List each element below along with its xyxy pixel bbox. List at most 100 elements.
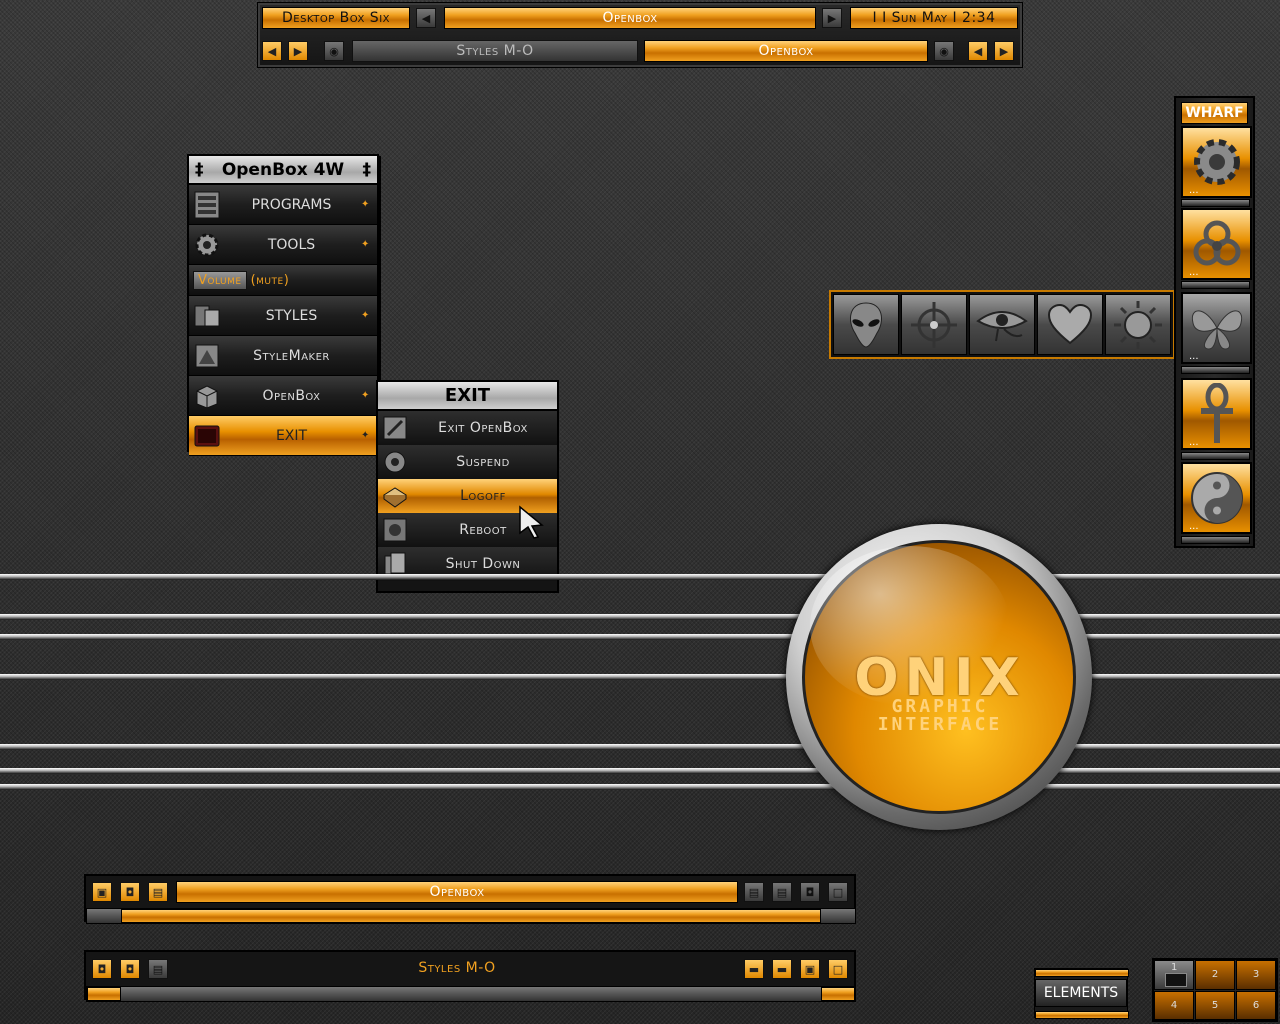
submenu-arrow-icon: ✦ xyxy=(361,430,370,441)
iconify-button[interactable]: ◉ xyxy=(934,41,954,61)
document-icon: ▤ xyxy=(152,885,164,899)
submenu-arrow-icon: ✦ xyxy=(361,310,370,321)
suspend-item[interactable]: Suspend xyxy=(378,445,557,479)
menu-grip-right-icon: ‡ xyxy=(362,159,371,180)
next-button[interactable]: ▶ xyxy=(288,41,308,61)
menu-item-label: PROGRAMS xyxy=(251,196,332,213)
pager-desktop-6[interactable]: 6 xyxy=(1236,990,1276,1020)
exit-submenu: EXIT Exit OpenBox Suspend Logoff Reboot … xyxy=(376,380,559,593)
shade-button[interactable]: ▬ xyxy=(744,959,764,979)
maximize-button[interactable]: ◘ xyxy=(800,882,820,902)
yin-yang-icon xyxy=(1190,472,1243,524)
ankh-icon xyxy=(1200,383,1233,443)
sticky-icon: ◘ xyxy=(125,962,135,976)
prev-button[interactable]: ◀ xyxy=(262,41,282,61)
window-title[interactable]: Styles M-O xyxy=(176,960,738,976)
handle-grip-left[interactable] xyxy=(87,987,121,1001)
menu-icon: ▣ xyxy=(96,885,108,899)
window-menu-button[interactable]: ◘ xyxy=(92,959,112,979)
window-sticky-button[interactable]: ◘ xyxy=(120,959,140,979)
iconify-icon: ▤ xyxy=(776,885,788,899)
styles-label[interactable]: Styles M-O xyxy=(352,40,638,62)
maximize-button[interactable]: ▣ xyxy=(800,959,820,979)
pager-desktop-5[interactable]: 5 xyxy=(1195,990,1235,1020)
handle-grip-right[interactable] xyxy=(821,987,855,1001)
close-button[interactable]: □ xyxy=(828,882,848,902)
window-title[interactable]: Openbox xyxy=(176,881,738,903)
exit-item-label: Exit OpenBox xyxy=(438,420,528,436)
exit-item-label: Shut Down xyxy=(445,556,521,572)
box-icon xyxy=(192,381,222,411)
submenu-arrow-icon: ✦ xyxy=(361,239,370,250)
butterfly-icon xyxy=(1191,310,1242,350)
crosshair-icon[interactable] xyxy=(901,294,967,355)
menu-item-programs[interactable]: PROGRAMS ✦ xyxy=(189,185,377,225)
wharf-butterfly-slot[interactable]: ... xyxy=(1181,292,1252,364)
biohazard-icon xyxy=(1193,220,1240,266)
elements-widget: ELEMENTS xyxy=(1034,968,1129,1019)
menu-item-label: OpenBox xyxy=(262,387,321,404)
next-window-button-2[interactable]: ▶ xyxy=(994,41,1014,61)
window-menu-button[interactable]: ▣ xyxy=(92,882,112,902)
wharf-yin-yang-slot[interactable]: ... xyxy=(1181,462,1252,534)
menu-item-tools[interactable]: TOOLS ✦ xyxy=(189,225,377,265)
window-sticky-button[interactable]: ◘ xyxy=(120,882,140,902)
eye-of-horus-icon[interactable] xyxy=(969,294,1035,355)
wharf-title: WHARF xyxy=(1181,102,1248,124)
iconify-icon: ▬ xyxy=(776,962,788,976)
prev-workspace-button[interactable]: ◀ xyxy=(416,8,436,28)
shade-button[interactable]: ▤ xyxy=(744,882,764,902)
menu-item-volume[interactable]: Volume (mute) xyxy=(189,265,377,296)
openbox-label[interactable]: Openbox xyxy=(644,40,928,62)
logoff-icon xyxy=(381,482,409,510)
next-window-button[interactable]: ▶ xyxy=(822,8,842,28)
document-icon: ▤ xyxy=(152,962,164,976)
pager-window-thumb xyxy=(1165,973,1187,987)
wharf-biohazard-slot[interactable]: ... xyxy=(1181,208,1252,280)
wharf-ankh-slot[interactable]: ... xyxy=(1181,378,1252,450)
onix-logo-line2: INTERFACE xyxy=(877,714,1003,735)
elements-button[interactable]: ELEMENTS xyxy=(1035,979,1127,1007)
menu-item-styles[interactable]: STYLES ✦ xyxy=(189,296,377,336)
workspace-name[interactable]: Desktop Box Six xyxy=(262,7,410,29)
heart-icon[interactable] xyxy=(1037,294,1103,355)
window-icon-button[interactable]: ▤ xyxy=(148,882,168,902)
arrow-right-icon: ▶ xyxy=(293,44,303,58)
window-handle[interactable] xyxy=(86,908,856,924)
prev-window-button[interactable]: ◀ xyxy=(968,41,988,61)
pager-desktop-3[interactable]: 3 xyxy=(1236,960,1276,990)
iconify-button[interactable]: ▤ xyxy=(772,882,792,902)
menu-item-stylemaker[interactable]: StyleMaker xyxy=(189,336,377,376)
pager-desktop-4[interactable]: 4 xyxy=(1154,990,1194,1020)
window-title[interactable]: Openbox xyxy=(444,7,816,29)
exit-menu-title[interactable]: EXIT xyxy=(378,382,557,411)
pager-desktop-1[interactable]: 1 xyxy=(1154,960,1194,990)
menu-button[interactable]: ◉ xyxy=(324,41,344,61)
menu-item-label: STYLES xyxy=(265,307,318,324)
close-button[interactable]: □ xyxy=(828,959,848,979)
shade-icon: ▤ xyxy=(748,885,760,899)
exit-item-label: Logoff xyxy=(460,488,506,504)
exit-openbox-item[interactable]: Exit OpenBox xyxy=(378,411,557,445)
decor-stripe xyxy=(0,784,1280,790)
window-handle[interactable] xyxy=(86,986,856,1002)
decor-stripe xyxy=(0,768,1280,774)
iconify-button[interactable]: ▬ xyxy=(772,959,792,979)
alien-icon[interactable] xyxy=(833,294,899,355)
volume-slider[interactable]: Volume xyxy=(193,270,247,290)
window-icon-button[interactable]: ▤ xyxy=(148,959,168,979)
pager-desktop-2[interactable]: 2 xyxy=(1195,960,1235,990)
root-menu: ‡ OpenBox 4W ‡ PROGRAMS ✦ TOOLS ✦ Volume… xyxy=(187,154,379,456)
sun-icon[interactable] xyxy=(1105,294,1171,355)
menu-item-label: TOOLS xyxy=(267,236,316,253)
close-icon: □ xyxy=(832,885,844,899)
wharf-gear-slot[interactable]: ... xyxy=(1181,126,1252,198)
menu-item-openbox[interactable]: OpenBox ✦ xyxy=(189,376,377,416)
decor-stripe xyxy=(0,614,1280,620)
submenu-arrow-icon: ✦ xyxy=(361,199,370,210)
menu-item-exit[interactable]: EXIT ✦ xyxy=(189,416,377,456)
clock[interactable]: I I Sun May I 2:34 xyxy=(850,7,1018,29)
root-menu-title[interactable]: ‡ OpenBox 4W ‡ xyxy=(189,156,377,185)
maximize-icon: ▣ xyxy=(804,962,816,976)
filing-cabinet-icon xyxy=(192,190,222,220)
